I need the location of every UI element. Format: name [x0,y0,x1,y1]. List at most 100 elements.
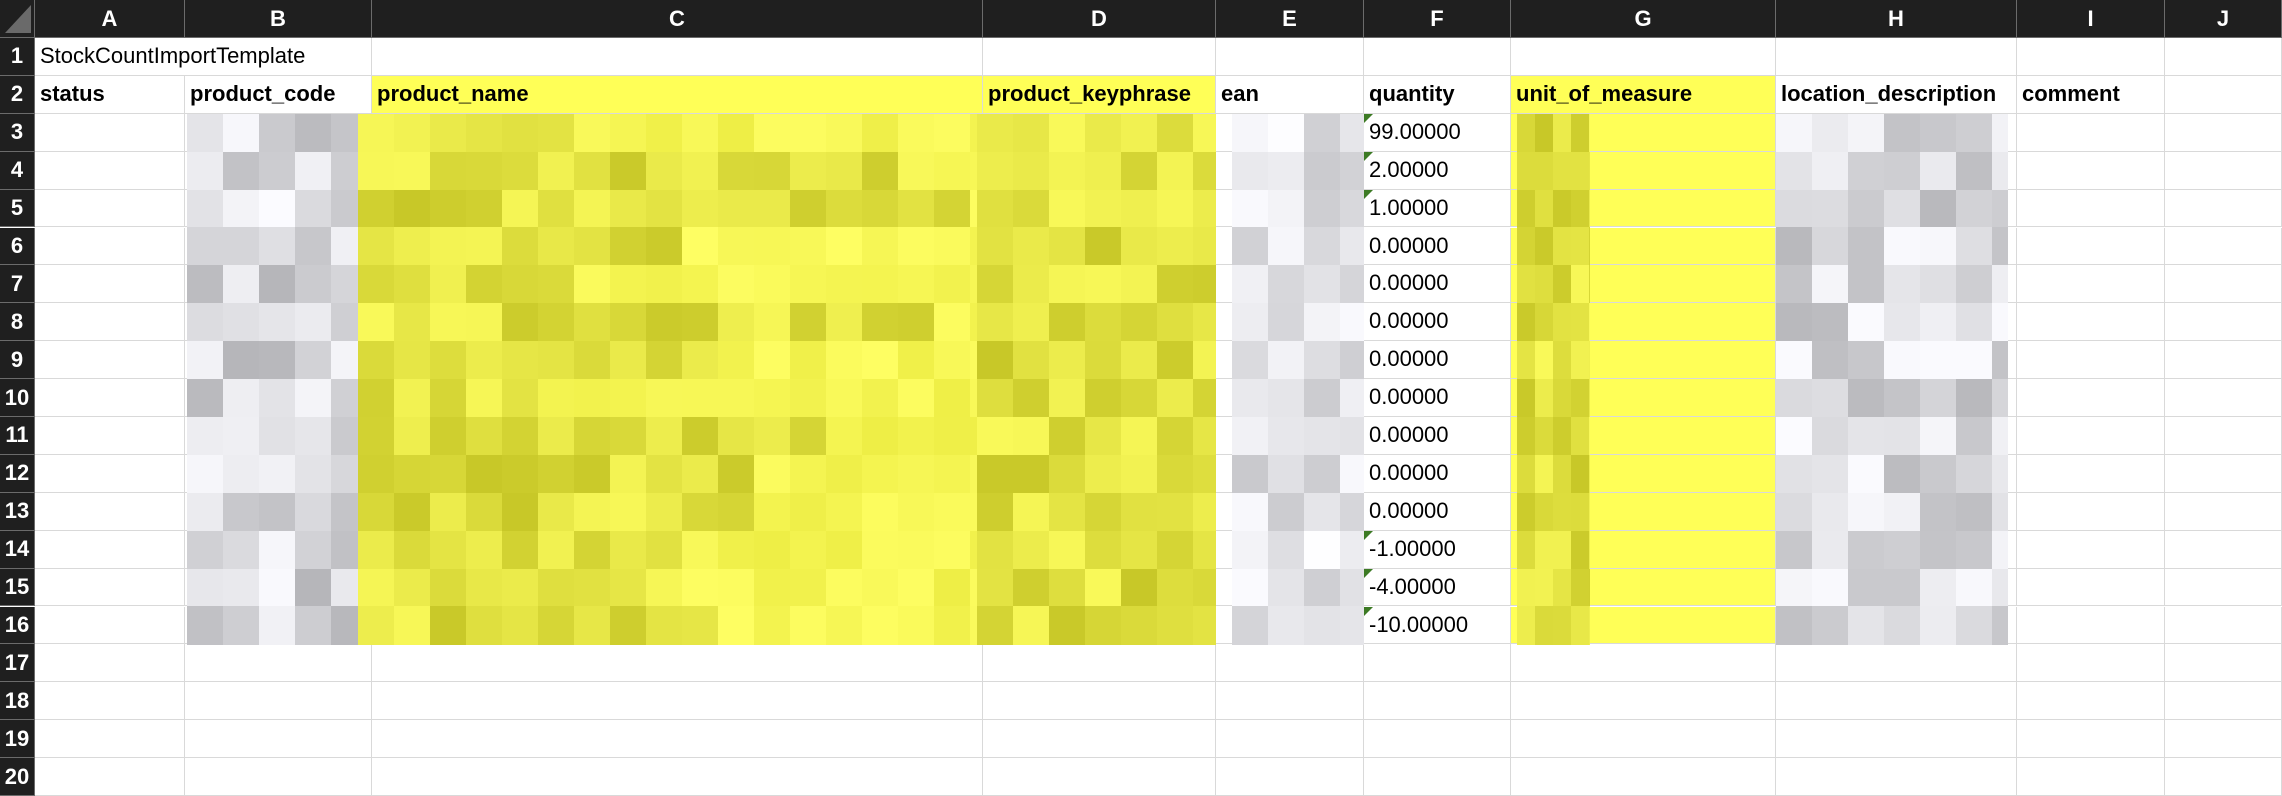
row-header-2[interactable]: 2 [0,75,35,114]
cell-i4[interactable] [2017,151,2165,190]
cell-g19[interactable] [1511,720,1776,759]
cell-a10[interactable] [35,379,185,417]
row-header-4[interactable]: 4 [0,151,35,190]
cell-e18[interactable] [1216,682,1364,721]
row-header-15[interactable]: 15 [0,568,35,607]
quantity-cell[interactable]: -4.00000 [1364,568,1511,607]
cell-b18[interactable] [185,682,372,721]
cell-g18[interactable] [1511,682,1776,721]
cell-d19[interactable] [983,720,1216,759]
row-header-8[interactable]: 8 [0,303,35,342]
row-header-16[interactable]: 16 [0,606,35,645]
cell-j10[interactable] [2165,379,2282,417]
cell-i8[interactable] [2017,303,2165,342]
header-status[interactable]: status [35,75,185,114]
cell-h20[interactable] [1776,758,2017,796]
header-product-code[interactable]: product_code [185,75,372,114]
cell-a14[interactable] [35,530,185,569]
quantity-cell[interactable]: 0.00000 [1364,303,1511,342]
cell-j17[interactable] [2165,644,2282,683]
column-header-a[interactable]: A [35,0,185,38]
cell-a9[interactable] [35,341,185,380]
column-header-d[interactable]: D [983,0,1216,38]
quantity-cell[interactable]: 99.00000 [1364,113,1511,152]
row-header-5[interactable]: 5 [0,189,35,228]
column-header-b[interactable]: B [185,0,372,38]
cell-a13[interactable] [35,492,185,531]
quantity-cell[interactable]: 0.00000 [1364,417,1511,455]
row-header-3[interactable]: 3 [0,113,35,152]
cell-f20[interactable] [1364,758,1511,796]
quantity-cell[interactable]: 0.00000 [1364,227,1511,266]
cell-a8[interactable] [35,303,185,342]
column-header-i[interactable]: I [2017,0,2165,38]
column-header-c[interactable]: C [372,0,983,38]
cell-a15[interactable] [35,568,185,607]
cell-i18[interactable] [2017,682,2165,721]
column-header-g[interactable]: G [1511,0,1776,38]
cell-i19[interactable] [2017,720,2165,759]
quantity-cell[interactable]: -1.00000 [1364,530,1511,569]
cell-i16[interactable] [2017,606,2165,645]
cell-e17[interactable] [1216,644,1364,683]
cell-j20[interactable] [2165,758,2282,796]
cell-a19[interactable] [35,720,185,759]
row-header-7[interactable]: 7 [0,265,35,304]
column-header-j[interactable]: J [2165,0,2282,38]
cell-d17[interactable] [983,644,1216,683]
row-header-19[interactable]: 19 [0,720,35,759]
cell-i14[interactable] [2017,530,2165,569]
cell-b17[interactable] [185,644,372,683]
row-header-12[interactable]: 12 [0,454,35,493]
cell-i15[interactable] [2017,568,2165,607]
cell-a4[interactable] [35,151,185,190]
quantity-cell[interactable]: -10.00000 [1364,606,1511,645]
header-comment[interactable]: comment [2017,75,2165,114]
quantity-cell[interactable]: 0.00000 [1364,265,1511,304]
cell-b20[interactable] [185,758,372,796]
cell-j6[interactable] [2165,227,2282,266]
row-header-6[interactable]: 6 [0,227,35,266]
cell-j19[interactable] [2165,720,2282,759]
cell-f1[interactable] [1364,38,1511,76]
cell-j9[interactable] [2165,341,2282,380]
row-header-9[interactable]: 9 [0,341,35,380]
quantity-cell[interactable]: 0.00000 [1364,454,1511,493]
cell-a18[interactable] [35,682,185,721]
column-header-f[interactable]: F [1364,0,1511,38]
cell-f19[interactable] [1364,720,1511,759]
cell-j12[interactable] [2165,454,2282,493]
cell-j13[interactable] [2165,492,2282,531]
cell-i13[interactable] [2017,492,2165,531]
header-product-name[interactable]: product_name [372,75,983,114]
cell-d20[interactable] [983,758,1216,796]
cell-j8[interactable] [2165,303,2282,342]
quantity-cell[interactable]: 0.00000 [1364,492,1511,531]
cell-c19[interactable] [372,720,983,759]
row-header-1[interactable]: 1 [0,38,35,76]
row-header-18[interactable]: 18 [0,682,35,721]
cell-i3[interactable] [2017,113,2165,152]
cell-j11[interactable] [2165,417,2282,455]
cell-j7[interactable] [2165,265,2282,304]
cell-j5[interactable] [2165,189,2282,228]
cell-a17[interactable] [35,644,185,683]
cell-i11[interactable] [2017,417,2165,455]
cell-g20[interactable] [1511,758,1776,796]
cell-h1[interactable] [1776,38,2017,76]
cell-j14[interactable] [2165,530,2282,569]
cell-i7[interactable] [2017,265,2165,304]
cell-c1[interactable] [372,38,983,76]
cell-a5[interactable] [35,189,185,228]
select-all-corner[interactable] [0,0,35,38]
cell-i20[interactable] [2017,758,2165,796]
quantity-cell[interactable]: 1.00000 [1364,189,1511,228]
cell-j16[interactable] [2165,606,2282,645]
cell-a11[interactable] [35,417,185,455]
cell-h19[interactable] [1776,720,2017,759]
cell-h18[interactable] [1776,682,2017,721]
row-header-17[interactable]: 17 [0,644,35,683]
cell-f17[interactable] [1364,644,1511,683]
cell-j15[interactable] [2165,568,2282,607]
cell-i10[interactable] [2017,379,2165,417]
